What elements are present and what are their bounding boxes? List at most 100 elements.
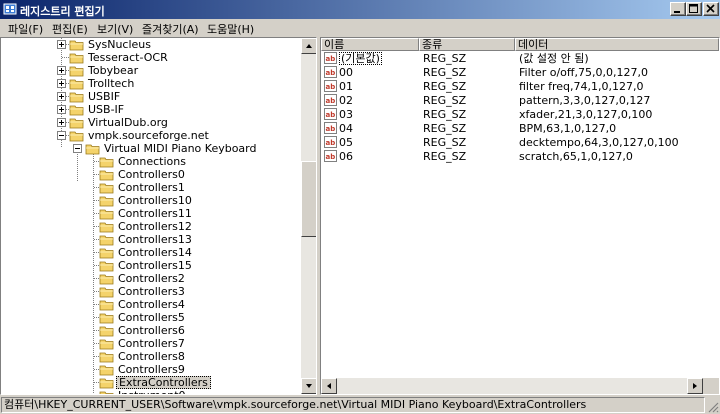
value-row[interactable]: ab 00 REG_SZ Filter o/off,75,0,0,127,0 [321, 66, 719, 79]
maximize-button[interactable] [686, 2, 702, 16]
tree-item[interactable]: USB-IF [1, 103, 301, 116]
tree-item-label: vmpk.sourceforge.net [88, 129, 209, 142]
tree-item[interactable]: Controllers14 [1, 246, 301, 259]
resize-grip-icon[interactable] [707, 401, 719, 413]
value-data: filter freq,74,1,0,127,0 [519, 80, 644, 93]
tree-item[interactable]: Tobybear [1, 64, 301, 77]
expand-plus-icon[interactable] [57, 118, 66, 127]
value-data: BPM,63,1,0,127,0 [519, 122, 617, 135]
column-header-data[interactable]: 데이터 [515, 38, 719, 51]
folder-icon [99, 300, 114, 311]
tree-item[interactable]: USBIF [1, 90, 301, 103]
tree-item[interactable]: Controllers15 [1, 259, 301, 272]
tree-item[interactable]: Controllers2 [1, 272, 301, 285]
tree-item[interactable]: Virtual MIDI Piano Keyboard [1, 142, 301, 155]
menu-edit[interactable]: 편집(E) [52, 21, 88, 37]
folder-icon [69, 105, 84, 116]
value-name: 02 [339, 94, 353, 107]
string-value-icon: ab [324, 108, 337, 120]
value-row[interactable]: ab (기본값) REG_SZ (값 설정 안 됨) [321, 52, 719, 65]
tree-item[interactable]: Instrument0 [1, 389, 301, 394]
tree-item[interactable]: Controllers5 [1, 311, 301, 324]
folder-icon [99, 339, 114, 350]
value-row[interactable]: ab 03 REG_SZ xfader,21,3,0,127,0,100 [321, 108, 719, 121]
tree-item[interactable]: Controllers11 [1, 207, 301, 220]
tree-item[interactable]: Controllers9 [1, 363, 301, 376]
value-type: REG_SZ [423, 150, 467, 163]
expand-plus-icon[interactable] [57, 105, 66, 114]
tree-item[interactable]: Controllers8 [1, 350, 301, 363]
svg-text:ab: ab [326, 139, 336, 147]
folder-icon [99, 313, 114, 324]
tree-item-label: Controllers6 [118, 324, 185, 337]
value-name: 04 [339, 122, 353, 135]
tree-item[interactable]: Connections [1, 155, 301, 168]
value-row[interactable]: ab 04 REG_SZ BPM,63,1,0,127,0 [321, 122, 719, 135]
tree-item[interactable]: Controllers7 [1, 337, 301, 350]
tree-item-label: Controllers11 [118, 207, 192, 220]
column-header-type[interactable]: 종류 [419, 38, 515, 51]
folder-icon [99, 365, 114, 376]
tree-scroll-thumb[interactable] [301, 161, 316, 237]
scroll-left-button[interactable] [321, 378, 337, 394]
tree-item[interactable]: SysNucleus [1, 38, 301, 51]
menu-view[interactable]: 보기(V) [97, 21, 133, 37]
value-name: 01 [339, 80, 353, 93]
list-horizontal-scrollbar[interactable] [321, 378, 703, 394]
tree-item[interactable]: ExtraControllers [1, 376, 301, 389]
tree-item-label: USB-IF [88, 103, 125, 116]
tree-item[interactable]: Controllers0 [1, 168, 301, 181]
current-key-path: 컴퓨터\HKEY_CURRENT_USER\Software\vmpk.sour… [1, 397, 705, 413]
tree-item[interactable]: Tesseract-OCR [1, 51, 301, 64]
title-bar[interactable]: 레지스트리 편집기 [0, 0, 720, 19]
tree-item-label: ExtraControllers [116, 376, 211, 389]
tree-item-label: Controllers9 [118, 363, 185, 376]
tree-item[interactable]: VirtualDub.org [1, 116, 301, 129]
folder-icon [69, 53, 84, 64]
expand-plus-icon[interactable] [57, 40, 66, 49]
collapse-minus-icon[interactable] [73, 144, 82, 153]
tree-item[interactable]: Controllers6 [1, 324, 301, 337]
value-name: 03 [339, 108, 353, 121]
tree-item[interactable]: vmpk.sourceforge.net [1, 129, 301, 142]
tree-item[interactable]: Trolltech [1, 77, 301, 90]
string-value-icon: ab [324, 80, 337, 92]
tree-item-label: Controllers10 [118, 194, 192, 207]
collapse-minus-icon[interactable] [57, 131, 66, 140]
menu-help[interactable]: 도움말(H) [207, 21, 254, 37]
svg-text:ab: ab [326, 125, 336, 133]
expand-plus-icon[interactable] [57, 79, 66, 88]
tree-item-label: Trolltech [88, 77, 135, 90]
tree-vertical-scrollbar[interactable] [301, 38, 316, 394]
expand-plus-icon[interactable] [57, 66, 66, 75]
menu-bar: 파일(F) 편집(E) 보기(V) 즐겨찾기(A) 도움말(H) [0, 19, 720, 37]
column-header-name[interactable]: 이름 [321, 38, 419, 51]
menu-file[interactable]: 파일(F) [8, 21, 43, 37]
value-type: REG_SZ [423, 136, 467, 149]
scroll-down-button[interactable] [301, 378, 316, 394]
value-type: REG_SZ [423, 66, 467, 79]
registry-key-tree[interactable]: SysNucleus Tesseract-OCR Tobybear Trolltech… [0, 37, 317, 395]
tree-item-label: Virtual MIDI Piano Keyboard [104, 142, 257, 155]
folder-icon [99, 352, 114, 363]
expand-plus-icon[interactable] [57, 92, 66, 101]
close-button[interactable] [703, 2, 719, 16]
value-row[interactable]: ab 01 REG_SZ filter freq,74,1,0,127,0 [321, 80, 719, 93]
value-row[interactable]: ab 05 REG_SZ decktempo,64,3,0,127,0,100 [321, 136, 719, 149]
tree-item[interactable]: Controllers4 [1, 298, 301, 311]
value-row[interactable]: ab 06 REG_SZ scratch,65,1,0,127,0 [321, 150, 719, 163]
tree-item[interactable]: Controllers13 [1, 233, 301, 246]
scroll-up-button[interactable] [301, 38, 316, 54]
svg-text:ab: ab [326, 97, 336, 105]
registry-value-list[interactable]: 이름 종류 데이터 ab (기본값) REG_SZ (값 설정 안 됨) ab 00 REG… [320, 37, 720, 395]
tree-item[interactable]: Controllers10 [1, 194, 301, 207]
string-value-icon: ab [324, 122, 337, 134]
scroll-right-button[interactable] [687, 378, 703, 394]
value-row[interactable]: ab 02 REG_SZ pattern,3,3,0,127,0,127 [321, 94, 719, 107]
tree-item[interactable]: Controllers3 [1, 285, 301, 298]
minimize-button[interactable] [670, 2, 686, 16]
menu-favorites[interactable]: 즐겨찾기(A) [142, 21, 199, 37]
tree-item[interactable]: Controllers1 [1, 181, 301, 194]
tree-item-label: Controllers4 [118, 298, 185, 311]
tree-item[interactable]: Controllers12 [1, 220, 301, 233]
